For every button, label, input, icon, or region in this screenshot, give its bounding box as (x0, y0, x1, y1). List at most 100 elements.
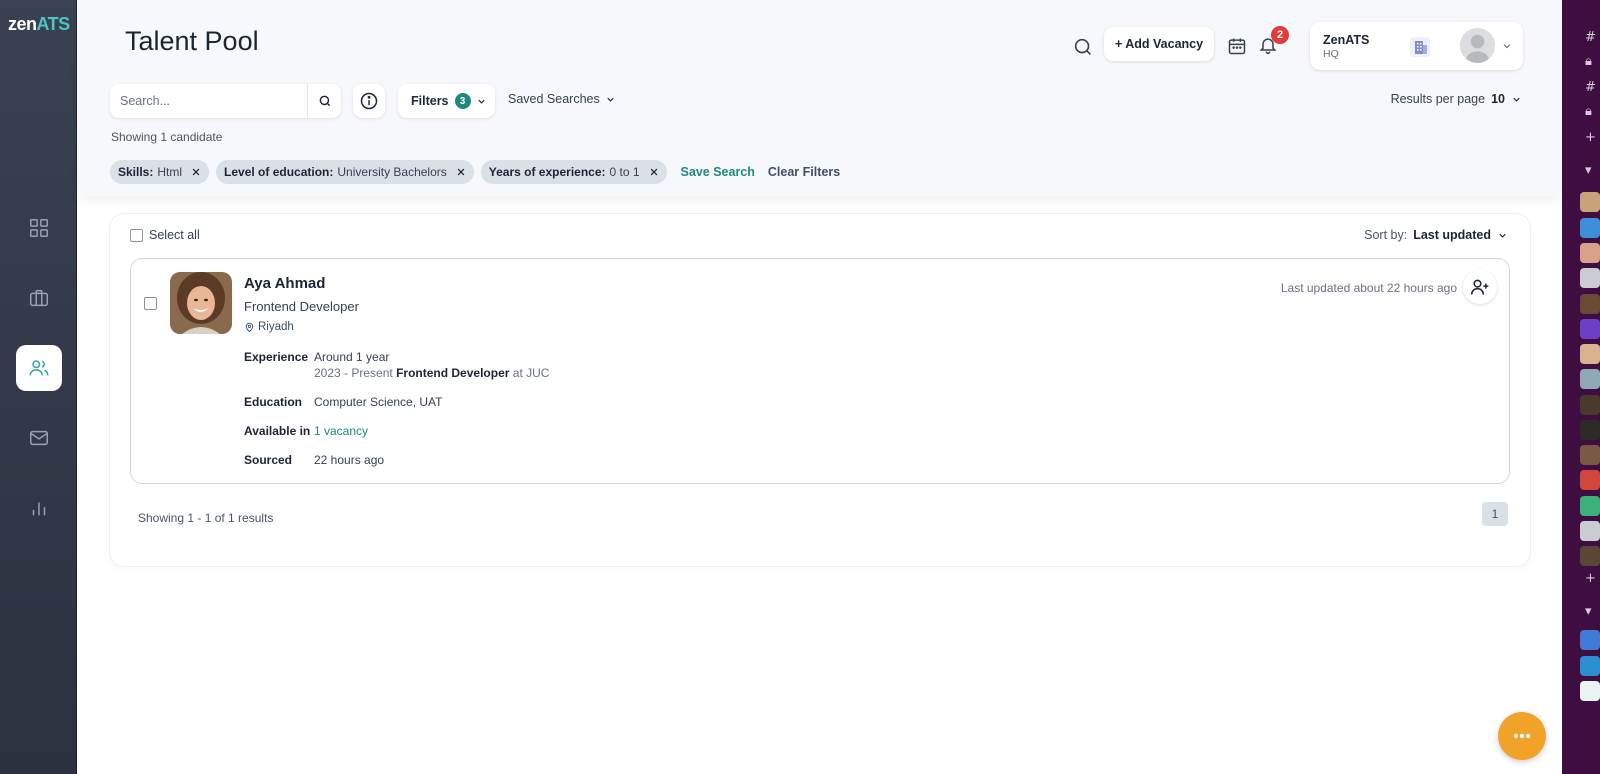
select-all-checkbox[interactable] (130, 228, 143, 242)
info-button[interactable] (353, 84, 385, 118)
sidebar-item-dashboard[interactable] (16, 205, 62, 251)
header-band: Talent Pool + Add Vacancy 2 ZenATS HQ Se… (78, 0, 1562, 196)
avatar (1580, 319, 1600, 339)
filters-count-badge: 3 (454, 93, 471, 109)
chevron-down-icon (1499, 233, 1506, 238)
plus-icon: + (1585, 571, 1596, 586)
lock-icon: 🔒︎ (1585, 54, 1592, 69)
showing-count: Showing 1 candidate (111, 130, 223, 144)
filters-button[interactable]: Filters 3 (398, 84, 495, 118)
users-icon (29, 360, 49, 376)
chevron-down-icon (1503, 44, 1511, 49)
experience-row: Experience Around 1 year 2023 - Present F… (244, 350, 550, 380)
account-switcher[interactable]: ZenATS HQ (1310, 22, 1523, 70)
clear-filters-link[interactable]: Clear Filters (768, 165, 840, 179)
close-icon[interactable] (191, 167, 201, 177)
results-panel: Select all Sort by: Last updated Aya Ahm… (110, 214, 1530, 566)
page-button[interactable]: 1 (1482, 502, 1508, 526)
chevron-down-icon (1513, 97, 1520, 102)
filter-chip-education: Level of education: University Bachelors (216, 160, 474, 184)
chat-fab-button[interactable] (1498, 712, 1546, 760)
pagination-summary: Showing 1 - 1 of 1 results (138, 511, 274, 525)
sidebar: zenATS (0, 0, 77, 774)
save-search-link[interactable]: Save Search (681, 165, 755, 179)
vacancy-link[interactable]: 1 vacancy (314, 424, 368, 438)
saved-searches-label: Saved Searches (508, 92, 600, 106)
sort-dropdown[interactable]: Sort by: Last updated (1364, 228, 1508, 242)
app-logo[interactable]: zenATS (8, 14, 70, 35)
active-filters: Skills: Html Level of education: Universit… (110, 160, 840, 184)
experience-detail: 2023 - Present Frontend Developer at JUC (314, 366, 550, 380)
notification-badge: 2 (1271, 26, 1289, 44)
sidebar-item-reports[interactable] (16, 485, 62, 531)
candidate-checkbox[interactable] (144, 297, 157, 310)
plus-icon: + (1585, 130, 1596, 145)
main-content: Talent Pool + Add Vacancy 2 ZenATS HQ Se… (78, 0, 1562, 774)
education-row: Education Computer Science, UAT (244, 395, 443, 409)
select-all[interactable]: Select all (130, 228, 200, 242)
avatar (1580, 496, 1600, 516)
briefcase-icon (30, 289, 48, 307)
avatar (1580, 521, 1600, 541)
sidebar-item-talent-pool[interactable] (16, 345, 62, 391)
app-icon (1580, 656, 1600, 676)
account-sub: HQ (1323, 48, 1339, 60)
mail-icon (30, 430, 48, 446)
calendar-icon[interactable] (1227, 36, 1247, 56)
candidate-role: Frontend Developer (244, 299, 359, 314)
filters-label: Filters (411, 94, 449, 108)
avatar (1580, 470, 1600, 490)
avatar (1580, 445, 1600, 465)
chevron-down-icon (607, 97, 614, 102)
add-to-vacancy-button[interactable] (1463, 270, 1497, 304)
user-plus-icon (1470, 279, 1489, 295)
add-vacancy-button[interactable]: + Add Vacancy (1104, 27, 1214, 61)
app-icon (1580, 681, 1600, 701)
candidate-name[interactable]: Aya Ahmad (244, 275, 325, 292)
select-all-label: Select all (149, 228, 200, 242)
filter-chip-skills: Skills: Html (110, 160, 210, 184)
avatar (1580, 395, 1600, 415)
last-updated: Last updated about 22 hours ago (1280, 281, 1457, 295)
hash-icon: # (1585, 80, 1596, 95)
avatar (1580, 294, 1600, 314)
avatar (1460, 28, 1495, 63)
page-title: Talent Pool (125, 26, 259, 56)
caret-icon: ▾ (1585, 604, 1592, 619)
candidate-card[interactable]: Aya Ahmad Frontend Developer Riyadh Last… (130, 258, 1510, 484)
app-icon (1580, 630, 1600, 650)
location-pin-icon (245, 322, 254, 332)
search-icon[interactable] (1072, 36, 1094, 58)
close-icon[interactable] (649, 167, 659, 177)
candidate-photo (170, 272, 232, 334)
search-icon (319, 95, 331, 107)
results-per-page[interactable]: Results per page 10 (1391, 92, 1522, 106)
lock-icon: 🔒︎ (1585, 104, 1592, 119)
sidebar-item-vacancies[interactable] (16, 275, 62, 321)
saved-searches-dropdown[interactable]: Saved Searches (508, 92, 616, 106)
filter-chip-experience: Years of experience: 0 to 1 (480, 160, 667, 184)
results-per-page-label: Results per page (1390, 92, 1486, 106)
avatar (1580, 218, 1600, 238)
close-icon[interactable] (456, 167, 466, 177)
search-button[interactable] (309, 84, 341, 118)
search-bar (110, 84, 341, 118)
avatar (1580, 192, 1600, 212)
bar-chart-icon (32, 502, 46, 516)
avatar (1580, 344, 1600, 364)
sidebar-item-messages[interactable] (16, 415, 62, 461)
avatar (1580, 546, 1600, 566)
info-icon (360, 92, 378, 110)
grid-icon (30, 219, 48, 237)
avatar (1580, 268, 1600, 288)
account-name: ZenATS (1323, 33, 1370, 47)
chevron-down-icon (477, 99, 485, 104)
hash-icon: # (1585, 30, 1596, 45)
sourced-row: Sourced 22 hours ago (244, 453, 385, 467)
sort-label: Sort by: (1364, 228, 1408, 242)
more-dots-icon (1513, 733, 1531, 739)
avatar (1580, 369, 1600, 389)
building-icon (1410, 37, 1430, 57)
search-input[interactable] (110, 84, 308, 118)
results-per-page-value: 10 (1491, 92, 1505, 106)
